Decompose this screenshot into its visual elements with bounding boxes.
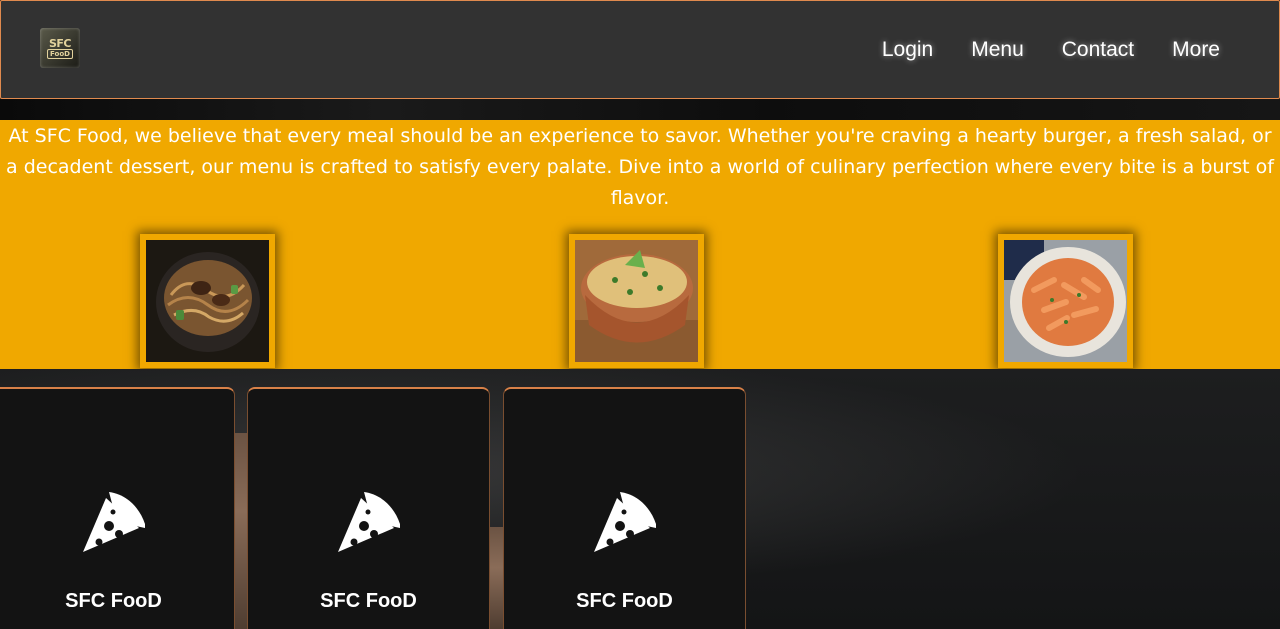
pizza-slice-icon [82, 492, 145, 552]
nav-login-link[interactable]: Login [882, 37, 933, 63]
pasta-plate-illustration [1004, 240, 1127, 362]
pizza-slice-icon [337, 492, 400, 552]
main-nav: Login Menu Contact More [882, 37, 1220, 63]
site-logo[interactable]: SFC FooD [40, 28, 80, 68]
food-card[interactable]: SFC FooD [503, 387, 746, 629]
pizza-slice-icon [593, 492, 656, 552]
nav-more-link[interactable]: More [1172, 37, 1220, 63]
nav-menu-link[interactable]: Menu [971, 37, 1024, 63]
hero-intro-text: At SFC Food, we believe that every meal … [6, 125, 1274, 209]
food-card[interactable]: SFC FooD [247, 387, 490, 629]
background-strip [0, 99, 1280, 120]
food-card[interactable]: SFC FooD [0, 387, 235, 629]
card-title: SFC FooD [576, 590, 673, 612]
card-title: SFC FooD [65, 590, 162, 612]
pasta-plate-image[interactable] [998, 234, 1133, 368]
logo-text-bottom: FooD [47, 48, 73, 59]
logo-text-top: SFC [48, 36, 72, 50]
noodle-bowl-illustration [146, 240, 269, 362]
pulao-pot-image[interactable] [569, 234, 704, 368]
nav-contact-link[interactable]: Contact [1062, 37, 1134, 63]
card-title: SFC FooD [320, 590, 417, 612]
noodle-bowl-image[interactable] [140, 234, 275, 368]
site-header: SFC FooD Login Menu Contact More [0, 0, 1280, 99]
pulao-pot-illustration [575, 240, 698, 362]
hero-section: At SFC Food, we believe that every meal … [0, 120, 1280, 369]
